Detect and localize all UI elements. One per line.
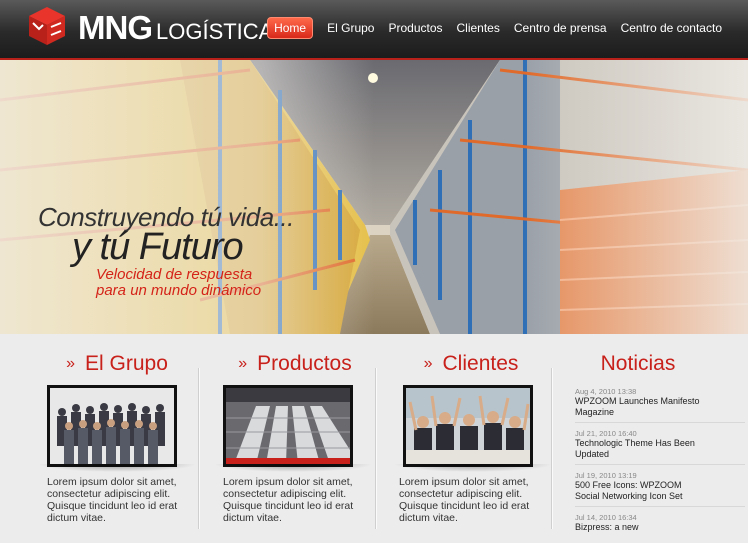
section-productos: » Productos Lorem ipsum dolor sit amet, c… xyxy=(213,352,373,524)
nav-el-grupo[interactable]: El Grupo xyxy=(327,21,374,35)
logo-cube-icon[interactable] xyxy=(27,5,67,47)
logo-main: MNG xyxy=(78,9,153,46)
news-link[interactable]: Bizpress: a new xyxy=(575,522,705,533)
double-chevron-icon: » xyxy=(423,355,433,372)
thumb-shadow xyxy=(37,464,197,472)
banner-subheadline: y tú Futuro xyxy=(72,226,244,268)
nav-productos[interactable]: Productos xyxy=(388,21,442,35)
banner-tagline-line1: Velocidad de respuesta xyxy=(96,266,253,283)
section-clientes: » Clientes Lorem ipsum dolor sit amet, co… xyxy=(393,352,553,524)
news-item[interactable]: Aug 4, 2010 13:38 WPZOOM Launches Manife… xyxy=(575,387,745,423)
news-item[interactable]: Jul 19, 2010 13:19 500 Free Icons: WPZOO… xyxy=(575,471,745,507)
thumb-shadow xyxy=(213,464,373,472)
news-section: Noticias Aug 4, 2010 13:38 WPZOOM Launch… xyxy=(575,352,745,543)
section-el-grupo: » El Grupo Lorem ipsum dolor sit amet, co xyxy=(37,352,197,524)
thumb-shadow xyxy=(393,464,553,472)
banner-tagline: Velocidad de respuesta para un mundo din… xyxy=(96,267,261,299)
double-chevron-icon: » xyxy=(238,355,248,372)
site-header: MNG LOGÍSTICA Home El Grupo Productos Cli… xyxy=(0,0,748,60)
news-item[interactable]: Jul 21, 2010 16:40 Technologic Theme Has… xyxy=(575,429,745,465)
section-text-productos: Lorem ipsum dolor sit amet, consectetur … xyxy=(223,476,354,524)
logo-wordmark[interactable]: MNG LOGÍSTICA xyxy=(78,9,273,47)
column-divider xyxy=(198,368,200,529)
nav-clientes[interactable]: Clientes xyxy=(457,21,500,35)
section-text-el-grupo: Lorem ipsum dolor sit amet, consectetur … xyxy=(47,476,178,524)
thumb-clientes[interactable] xyxy=(403,385,533,467)
news-date: Jul 14, 2010 16:34 xyxy=(575,513,637,522)
column-divider xyxy=(551,368,553,529)
thumb-productos[interactable] xyxy=(223,385,353,467)
section-title-productos[interactable]: » Productos xyxy=(220,352,370,376)
news-link[interactable]: Technologic Theme Has Been Updated xyxy=(575,438,705,460)
main-nav: Home El Grupo Productos Clientes Centro … xyxy=(267,17,722,39)
nav-centro-contacto[interactable]: Centro de contacto xyxy=(621,21,722,35)
nav-centro-prensa[interactable]: Centro de prensa xyxy=(514,21,607,35)
nav-home[interactable]: Home xyxy=(267,17,314,39)
logo-sub: LOGÍSTICA xyxy=(156,19,274,44)
news-link[interactable]: WPZOOM Launches Manifesto Magazine xyxy=(575,396,705,418)
section-title-el-grupo[interactable]: » El Grupo xyxy=(42,352,192,376)
news-date: Jul 21, 2010 16:40 xyxy=(575,429,637,438)
news-title: Noticias xyxy=(600,352,676,375)
news-date: Aug 4, 2010 13:38 xyxy=(575,387,637,396)
hero-banner: Construyendo tú vida... y tú Futuro Velo… xyxy=(0,60,748,334)
section-title-clientes[interactable]: » Clientes xyxy=(396,352,546,376)
column-divider xyxy=(375,368,377,529)
section-text-clientes: Lorem ipsum dolor sit amet, consectetur … xyxy=(399,476,530,524)
banner-tagline-line2: para un mundo dinámico xyxy=(96,282,262,299)
news-date: Jul 19, 2010 13:19 xyxy=(575,471,637,480)
news-item[interactable]: Jul 14, 2010 16:34 Bizpress: a new xyxy=(575,513,745,537)
thumb-el-grupo[interactable] xyxy=(47,385,177,467)
double-chevron-icon: » xyxy=(66,355,76,372)
news-link[interactable]: 500 Free Icons: WPZOOM Social Networking… xyxy=(575,480,705,502)
